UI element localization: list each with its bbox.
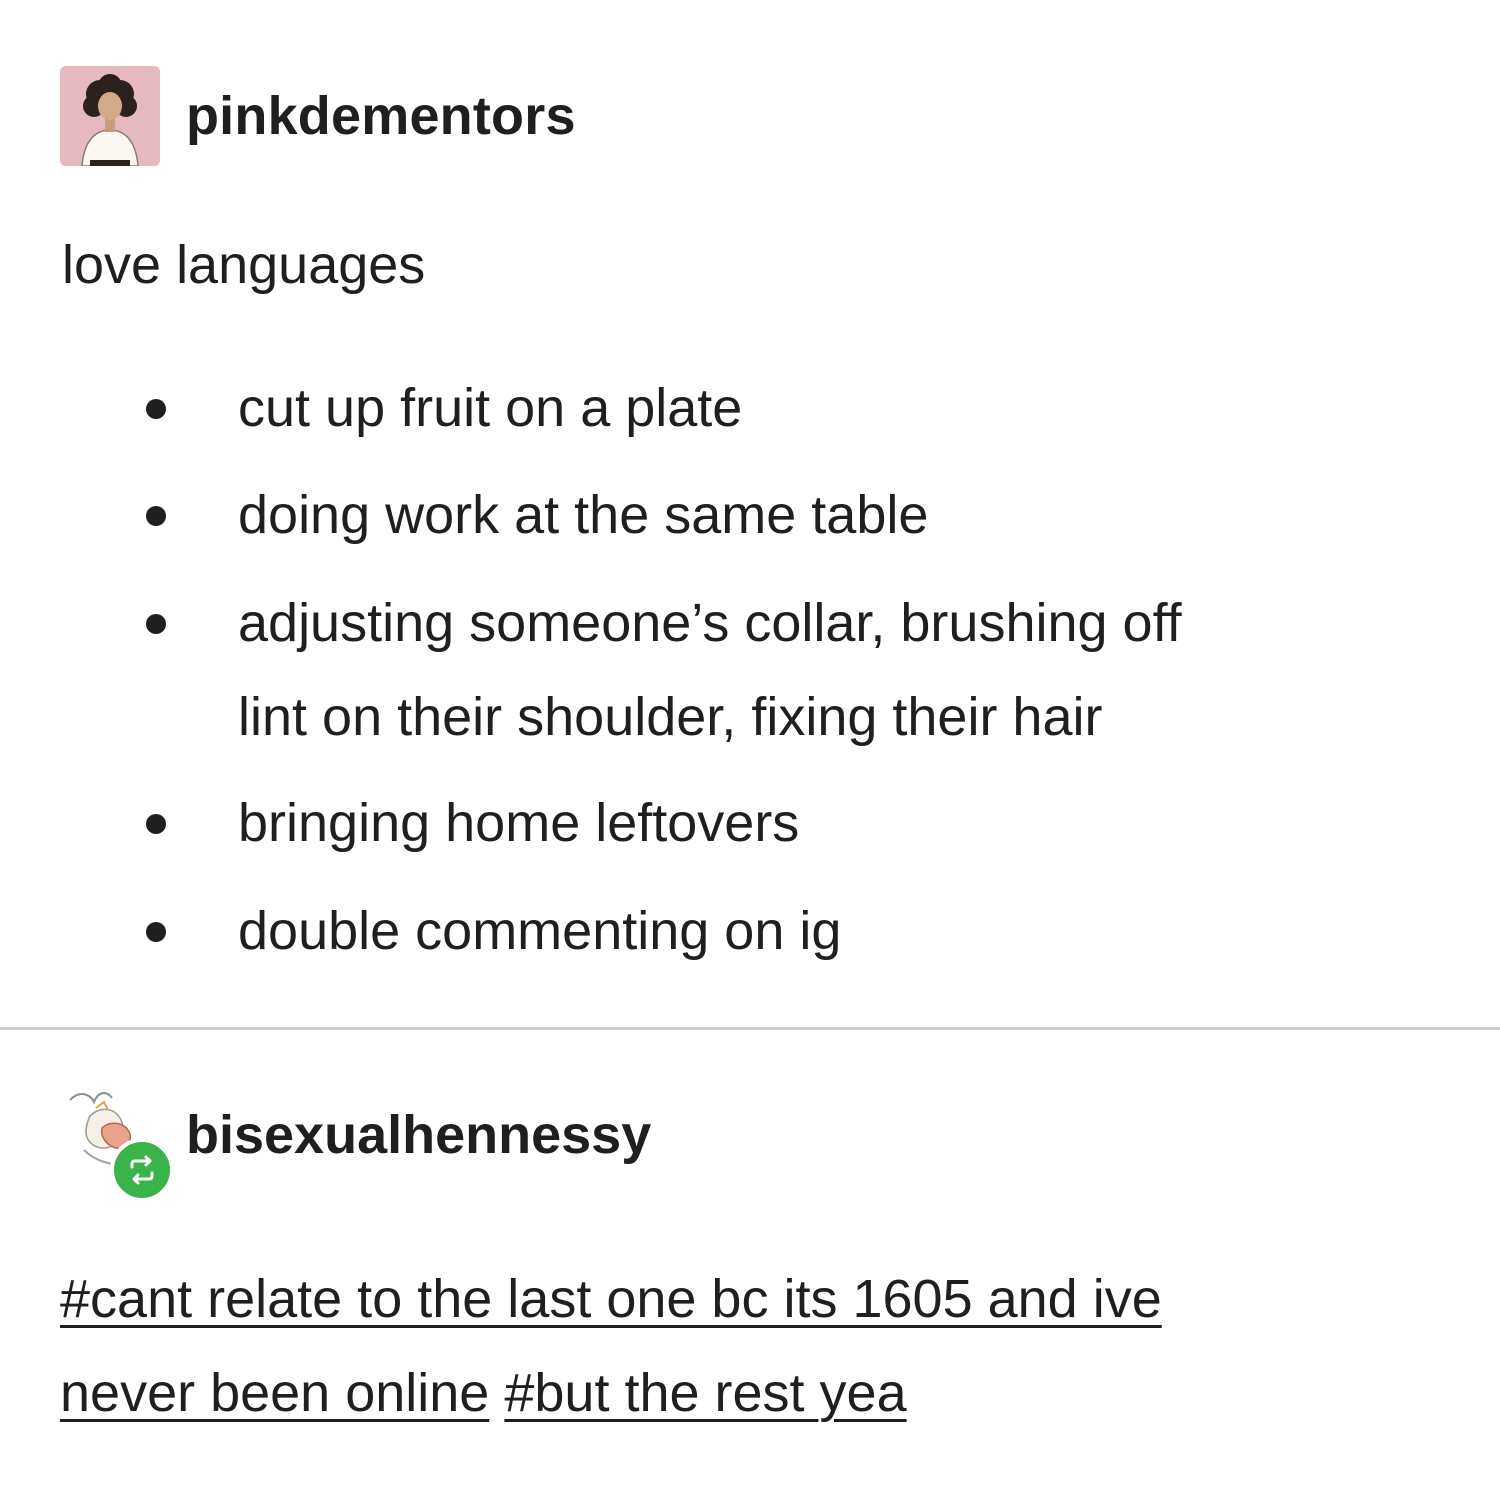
avatar[interactable] [60,66,160,166]
bullet-icon [146,814,166,834]
bullet-icon [146,614,166,634]
list-item-text: cut up fruit on a plate [238,378,743,438]
tag-link[interactable]: #but the rest yea [504,1363,906,1423]
divider [0,1027,1500,1030]
original-post-header: pinkdementors [60,66,576,166]
post-title: love languages [62,235,426,295]
reblog-icon [130,1155,154,1185]
list-item: adjusting someone’s collar, brushing off [146,577,1438,669]
original-username[interactable]: pinkdementors [186,89,576,143]
list-item-text: lint on their shoulder, fixing their hai… [238,687,1103,747]
list-item-text: bringing home leftovers [238,793,800,853]
bullet-icon [146,399,166,419]
list-item-text: doing work at the same table [238,485,929,545]
portrait-avatar-icon [60,66,160,166]
list-item: cut up fruit on a plate [146,362,1438,454]
reblog-username[interactable]: bisexualhennessy [186,1108,651,1162]
reblog-header: bisexualhennessy [60,1080,651,1202]
tag-link[interactable]: never been online [60,1363,489,1423]
bullet-icon [146,922,166,942]
tags: #cant relate to the last one bc its 1605… [60,1252,1420,1440]
avatar[interactable] [60,1080,180,1202]
list-item-text: double commenting on ig [238,901,842,961]
list-item-text: adjusting someone’s collar, brushing off [238,593,1182,653]
list-item: doing work at the same table [146,469,1438,561]
list-item: double commenting on ig [146,885,1438,977]
list-item: bringing home leftovers [146,777,1438,869]
reblog-badge [110,1138,174,1202]
bullet-icon [146,506,166,526]
tag-link[interactable]: #cant relate to the last one bc its 1605… [60,1269,1162,1329]
list-item-continuation: lint on their shoulder, fixing their hai… [238,671,1438,763]
